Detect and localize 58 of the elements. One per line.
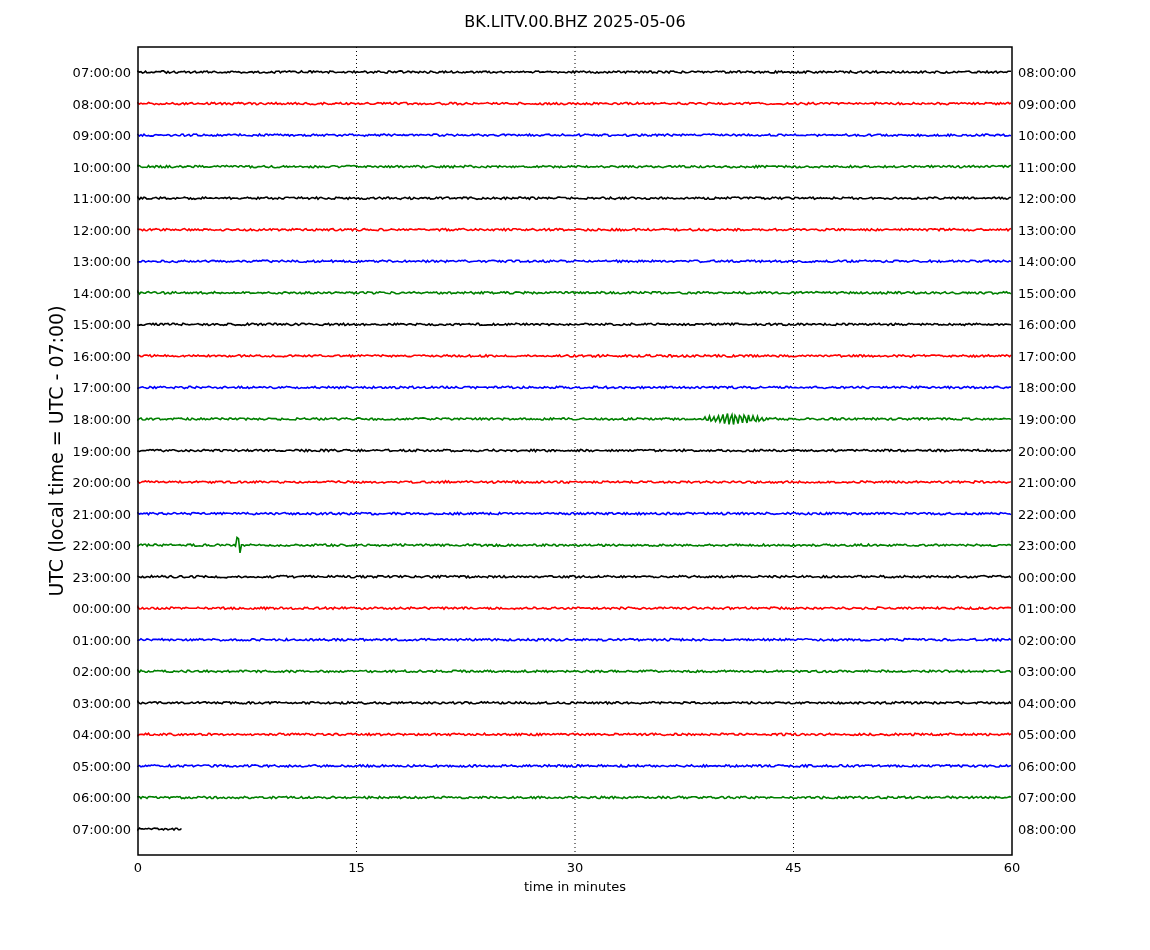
row-time-label: 18:00:00 (1018, 380, 1077, 396)
row-time-label: 07:00:00 (72, 65, 131, 80)
row-time-label: 20:00:00 (1018, 443, 1077, 459)
x-tick-label: 45 (785, 860, 802, 875)
row-time-label: 23:00:00 (1018, 538, 1077, 554)
row-time-label: 19:00:00 (1018, 411, 1077, 427)
row-time-label: 03:00:00 (1018, 664, 1077, 680)
row-time-label: 22:00:00 (1018, 506, 1077, 522)
row-time-label: 21:00:00 (1018, 475, 1077, 491)
row-time-label: 15:00:00 (1018, 285, 1077, 301)
x-tick-label: 60 (1003, 860, 1021, 875)
row-time-label: 16:00:00 (1018, 317, 1077, 333)
row-time-label: 12:00:00 (72, 222, 131, 238)
row-time-label: 17:00:00 (1018, 348, 1077, 364)
chart-title: BK.LITV.00.BHZ 2025-05-06 (464, 12, 686, 31)
row-time-label: 01:00:00 (72, 632, 131, 648)
row-time-label: 07:00:00 (1018, 790, 1077, 806)
row-time-label: 01:00:00 (1018, 601, 1077, 617)
row-time-label: 13:00:00 (1018, 222, 1077, 238)
row-time-label: 02:00:00 (72, 664, 131, 680)
row-time-label: 15:00:00 (72, 317, 131, 333)
row-time-label: 17:00:00 (72, 380, 131, 396)
row-time-label: 10:00:00 (72, 159, 131, 175)
row-time-label: 08:00:00 (1018, 65, 1077, 80)
row-time-label: 05:00:00 (72, 758, 131, 774)
x-axis-label: time in minutes (523, 879, 627, 894)
row-time-label: 03:00:00 (72, 695, 131, 711)
row-time-label: 00:00:00 (1018, 569, 1077, 585)
row-time-label: 04:00:00 (72, 727, 131, 743)
row-time-label: 07:00:00 (72, 822, 131, 837)
row-time-label: 20:00:00 (72, 475, 131, 491)
x-tick-label: 15 (348, 860, 365, 875)
row-time-label: 21:00:00 (72, 506, 131, 522)
row-time-label: 14:00:00 (1018, 254, 1077, 270)
row-time-label: 06:00:00 (72, 790, 131, 806)
row-time-label: 10:00:00 (1018, 128, 1077, 144)
row-time-label: 19:00:00 (72, 443, 131, 459)
y-axis-label: UTC (local time = UTC - 07:00) (45, 305, 67, 597)
x-tick-label: 30 (566, 860, 584, 875)
row-time-label: 11:00:00 (1018, 159, 1077, 175)
row-time-label: 18:00:00 (72, 411, 131, 427)
row-time-label: 14:00:00 (72, 285, 131, 301)
row-time-label: 13:00:00 (72, 254, 131, 270)
row-time-label: 16:00:00 (72, 348, 131, 364)
row-time-label: 22:00:00 (72, 538, 131, 554)
row-time-label: 04:00:00 (1018, 695, 1077, 711)
x-tick-label: 0 (133, 860, 143, 875)
row-time-label: 12:00:00 (1018, 191, 1077, 207)
row-time-label: 11:00:00 (72, 191, 131, 207)
row-time-label: 05:00:00 (1018, 727, 1077, 743)
row-time-label: 02:00:00 (1018, 632, 1077, 648)
row-time-label: 08:00:00 (72, 96, 131, 112)
row-time-label: 09:00:00 (72, 128, 131, 144)
row-time-label: 00:00:00 (72, 601, 131, 617)
row-time-label: 08:00:00 (1018, 822, 1077, 837)
row-time-label: 06:00:00 (1018, 758, 1077, 774)
row-time-label: 09:00:00 (1018, 96, 1077, 112)
row-time-label: 23:00:00 (72, 569, 131, 585)
